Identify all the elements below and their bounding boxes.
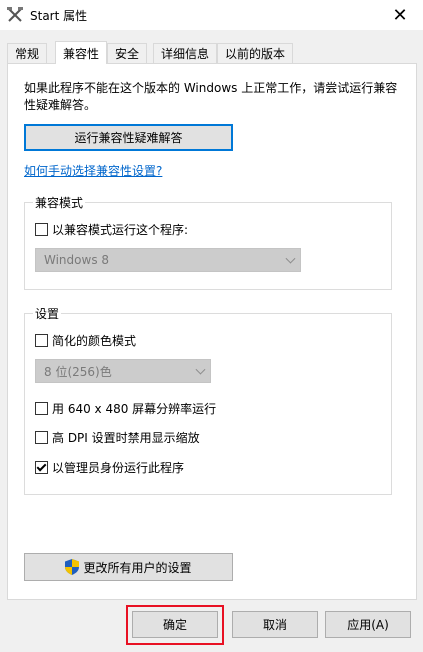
tab-details[interactable]: 详细信息 bbox=[153, 43, 217, 63]
compat-mode-group-label: 兼容模式 bbox=[33, 194, 86, 211]
run-as-admin-label: 以管理员身份运行此程序 bbox=[52, 461, 185, 475]
checkbox-box[interactable] bbox=[35, 431, 48, 444]
checkbox-box[interactable] bbox=[35, 223, 48, 236]
run-in-compat-mode-label: 以兼容模式运行这个程序: bbox=[52, 223, 189, 237]
uac-shield-icon bbox=[65, 559, 80, 575]
tab-compatibility[interactable]: 兼容性 bbox=[55, 41, 107, 64]
run-troubleshooter-button[interactable]: 运行兼容性疑难解答 bbox=[24, 124, 233, 151]
manual-settings-link[interactable]: 如何手动选择兼容性设置? bbox=[24, 162, 162, 179]
close-icon: ✕ bbox=[392, 4, 408, 26]
title-bar: Start 属性 ✕ bbox=[0, 0, 423, 30]
checkbox-box[interactable] bbox=[35, 334, 48, 347]
apply-button[interactable]: 应用(A) bbox=[325, 611, 411, 638]
run-as-admin-checkbox[interactable]: 以管理员身份运行此程序 bbox=[35, 459, 184, 476]
color-depth-value: 8 位(256)色 bbox=[44, 364, 112, 379]
change-all-users-label: 更改所有用户的设置 bbox=[83, 560, 192, 575]
res-640-checkbox[interactable]: 用 640 x 480 屏幕分辨率运行 bbox=[35, 400, 216, 417]
tab-general[interactable]: 常规 bbox=[7, 43, 47, 63]
os-version-value: Windows 8 bbox=[44, 253, 110, 267]
tab-previous-versions[interactable]: 以前的版本 bbox=[217, 43, 293, 63]
os-version-select[interactable]: Windows 8 bbox=[35, 248, 301, 272]
settings-group: 设置 简化的颜色模式 8 位(256)色 用 640 x 480 屏幕分辨率运行… bbox=[24, 305, 392, 495]
close-button[interactable]: ✕ bbox=[377, 0, 423, 30]
color-depth-select[interactable]: 8 位(256)色 bbox=[35, 359, 211, 383]
res-640-label: 用 640 x 480 屏幕分辨率运行 bbox=[52, 402, 217, 416]
chevron-down-icon bbox=[285, 253, 296, 264]
reduced-color-label: 简化的颜色模式 bbox=[52, 334, 137, 348]
run-in-compat-mode-checkbox[interactable]: 以兼容模式运行这个程序: bbox=[35, 221, 188, 238]
reduced-color-checkbox[interactable]: 简化的颜色模式 bbox=[35, 332, 136, 349]
settings-group-label: 设置 bbox=[33, 305, 62, 322]
tab-security[interactable]: 安全 bbox=[107, 43, 147, 63]
compatibility-panel: 如果此程序不能在这个版本的 Windows 上正常工作，请尝试运行兼容性疑难解答… bbox=[7, 63, 417, 600]
high-dpi-label: 高 DPI 设置时禁用显示缩放 bbox=[52, 431, 200, 445]
high-dpi-checkbox[interactable]: 高 DPI 设置时禁用显示缩放 bbox=[35, 429, 200, 446]
chevron-down-icon bbox=[195, 364, 206, 375]
checkbox-box[interactable] bbox=[35, 402, 48, 415]
checkbox-box-checked[interactable] bbox=[35, 461, 48, 474]
window-title: Start 属性 bbox=[30, 9, 88, 23]
compat-description: 如果此程序不能在这个版本的 Windows 上正常工作，请尝试运行兼容性疑难解答… bbox=[24, 81, 398, 112]
ok-button[interactable]: 确定 bbox=[132, 611, 218, 638]
change-all-users-button[interactable]: 更改所有用户的设置 bbox=[24, 553, 233, 581]
crossed-tools-icon bbox=[7, 7, 23, 22]
cancel-button[interactable]: 取消 bbox=[232, 611, 318, 638]
compat-mode-group: 兼容模式 以兼容模式运行这个程序: Windows 8 bbox=[24, 194, 392, 290]
